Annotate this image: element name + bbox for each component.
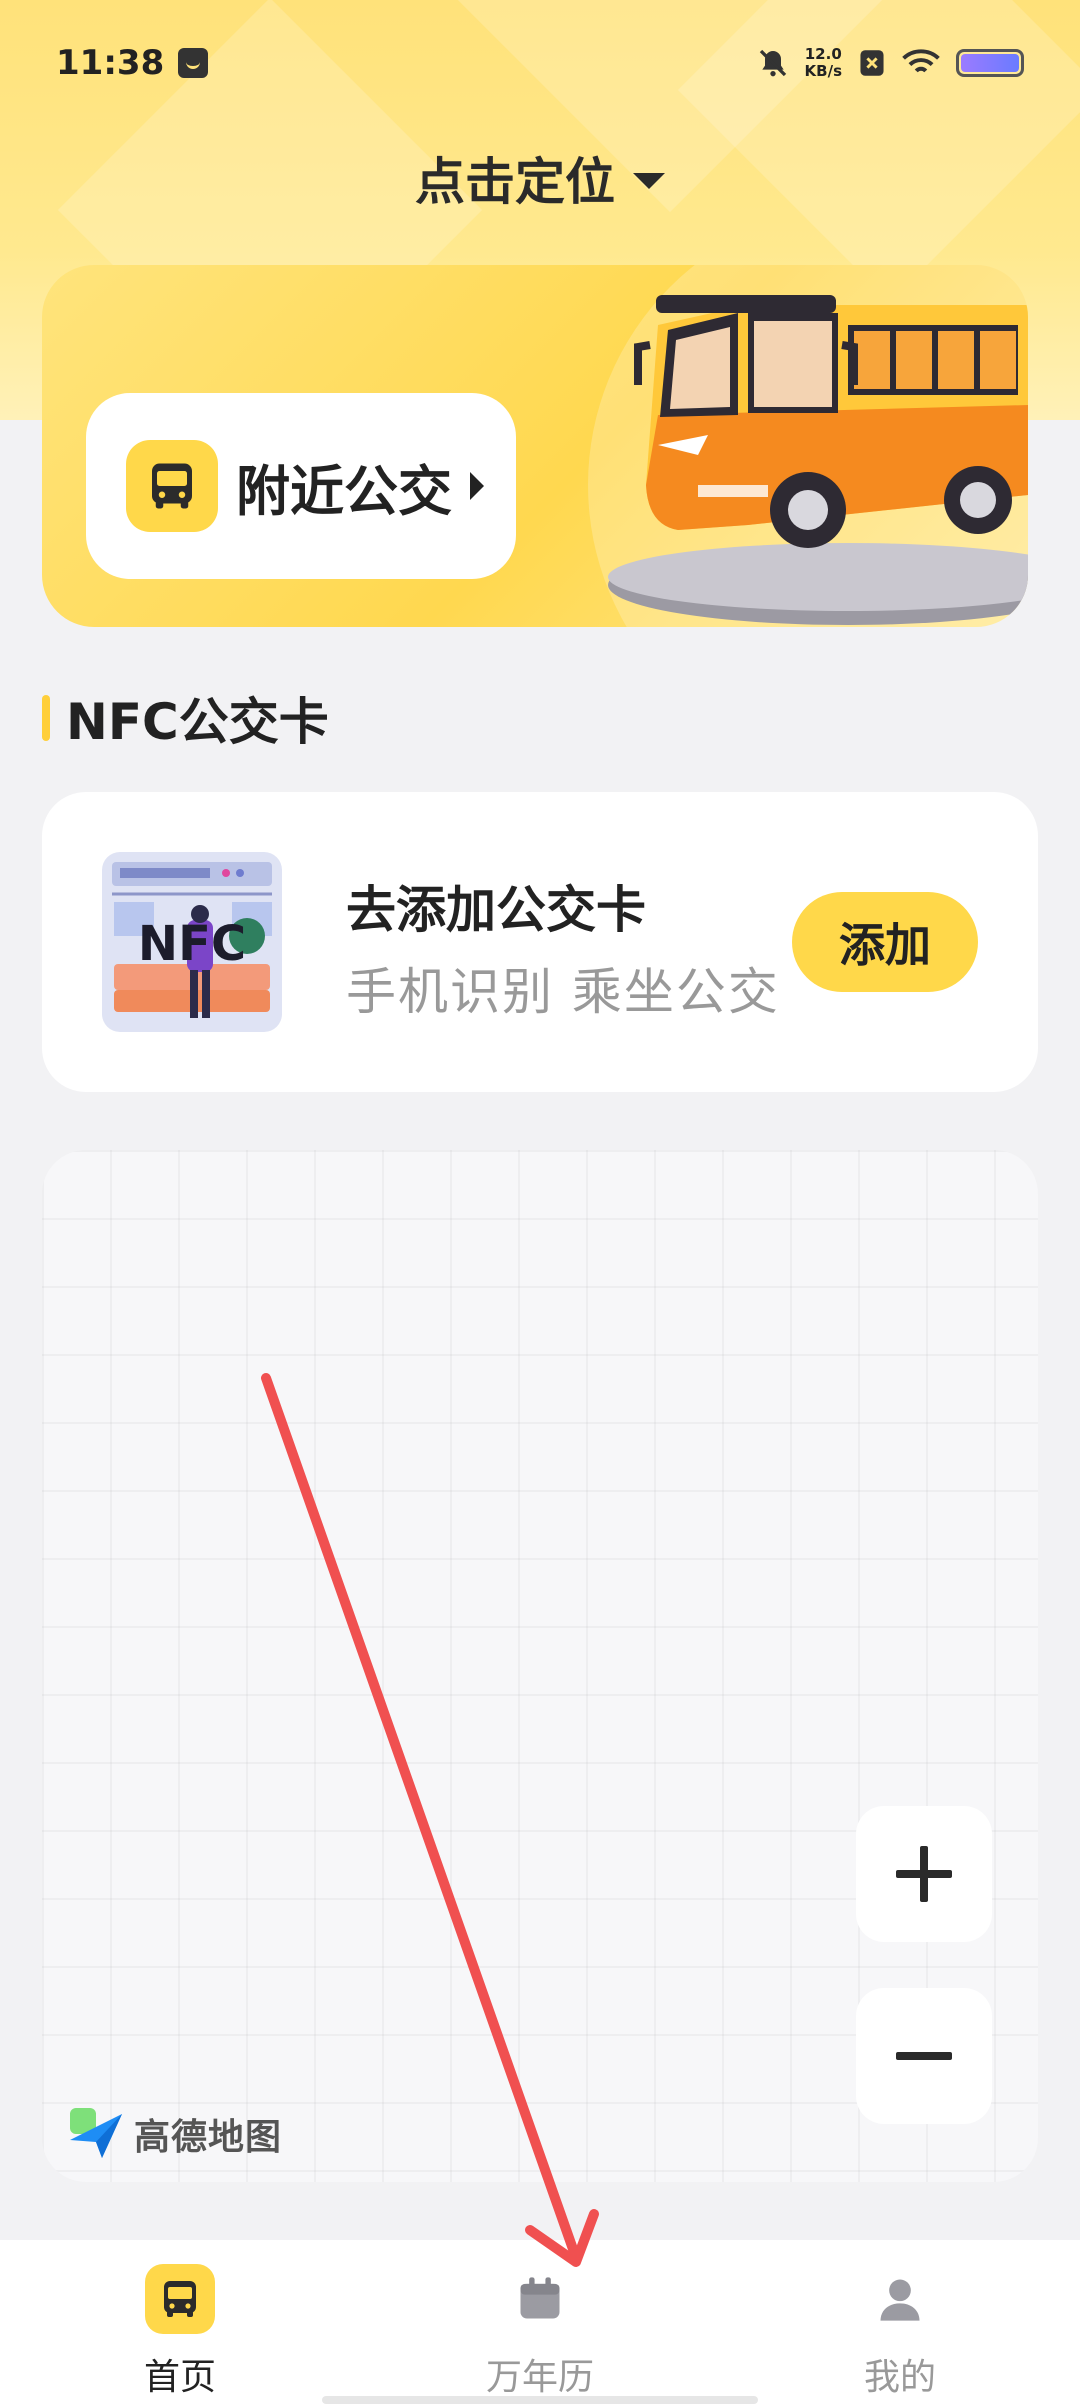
network-speed-value: 12.0 [804, 44, 842, 63]
bottom-tab-bar: 首页 万年历 我的 [0, 2240, 1080, 2408]
home-indicator [322, 2396, 758, 2404]
location-selector[interactable]: 点击定位 [0, 138, 1080, 218]
nearby-bus-banner[interactable]: 附近公交 [42, 265, 1028, 627]
add-card-button[interactable]: 添加 [792, 892, 978, 992]
tab-home[interactable]: 首页 [0, 2240, 360, 2408]
nfc-card-subtitle: 手机识别 乘坐公交 [346, 963, 780, 1021]
minus-icon [896, 2052, 952, 2060]
tab-profile[interactable]: 我的 [720, 2240, 1080, 2408]
battery-icon [956, 48, 1024, 77]
calendar-icon [505, 2264, 575, 2334]
caret-right-icon [470, 472, 484, 500]
nfc-section-label: NFC公交卡 [66, 693, 329, 751]
network-speed-unit: KB/s [804, 61, 842, 80]
bus-icon [145, 2264, 215, 2334]
map-provider-logo: 高德地图 [66, 2106, 282, 2162]
zoom-out-button[interactable] [856, 1988, 992, 2124]
nfc-card-thumbnail: NFC [102, 852, 282, 1032]
tab-calendar-label: 万年历 [485, 2357, 594, 2398]
section-accent-bar [42, 695, 50, 741]
bus-icon [126, 440, 218, 532]
person-icon [865, 2264, 935, 2334]
tab-home-label: 首页 [143, 2357, 216, 2398]
zoom-in-button[interactable] [856, 1806, 992, 1942]
caret-down-icon [633, 173, 665, 189]
tab-calendar[interactable]: 万年历 [360, 2240, 720, 2408]
nfc-card-title: 去添加公交卡 [346, 881, 646, 939]
status-time: 11:38 [56, 42, 165, 83]
nfc-section-title: NFC公交卡 [42, 688, 329, 751]
app-notification-icon [178, 47, 209, 78]
bus-illustration [608, 295, 1028, 625]
nearby-bus-label: 附近公交 [236, 459, 452, 523]
wifi-icon [902, 48, 940, 72]
mute-bell-icon [759, 49, 786, 76]
tab-profile-label: 我的 [863, 2357, 936, 2398]
sim-off-icon [860, 49, 884, 76]
map-provider-label: 高德地图 [134, 2117, 283, 2158]
amap-logo-icon [70, 2108, 122, 2158]
location-label: 点击定位 [415, 153, 615, 211]
nfc-card[interactable]: NFC 去添加公交卡 手机识别 乘坐公交 添加 [42, 792, 1038, 1092]
plus-icon [896, 1846, 952, 1902]
map-view[interactable]: 高德地图 [42, 1150, 1038, 2182]
nearby-bus-button[interactable]: 附近公交 [86, 393, 516, 579]
nfc-thumb-text: NFC [138, 916, 246, 972]
status-bar: 11:38 12.0 KB/s [0, 0, 1080, 125]
network-speed: 12.0 KB/s [804, 44, 842, 80]
